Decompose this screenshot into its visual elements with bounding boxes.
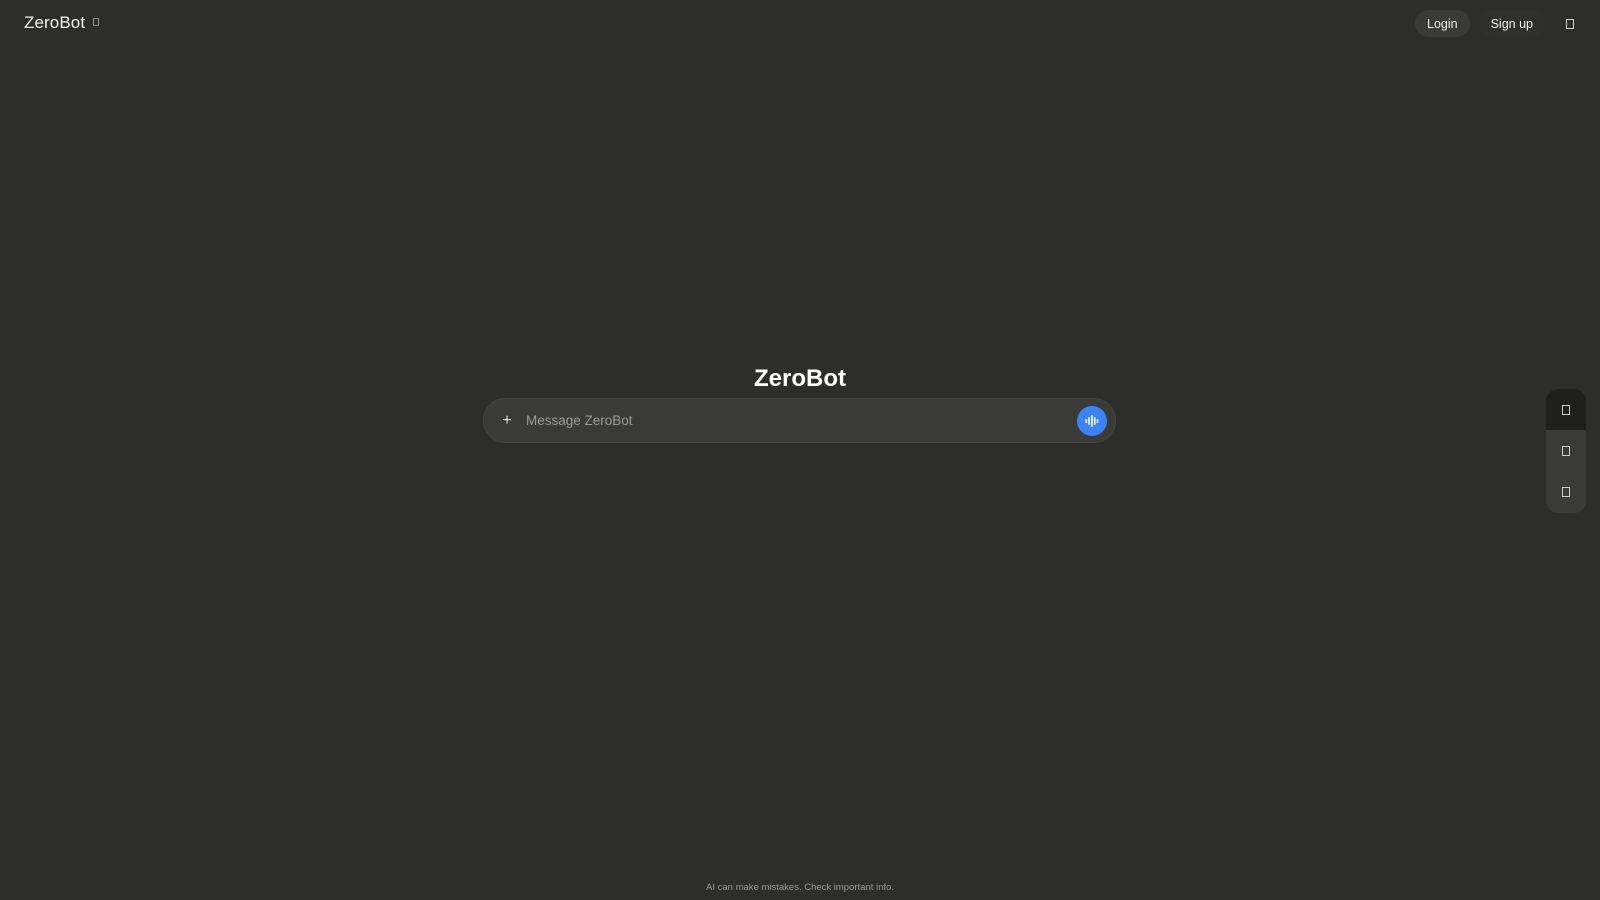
brand-name: ZeroBot [24, 13, 86, 32]
dock-item-2[interactable] [1546, 430, 1586, 471]
menu-icon [1566, 19, 1574, 29]
message-composer: + [483, 398, 1116, 443]
message-input[interactable] [524, 405, 1077, 436]
disclaimer-text: AI can make mistakes. Check important in… [706, 882, 894, 893]
auth-actions: Login Sign up [1415, 10, 1546, 37]
dock-item-1[interactable] [1546, 389, 1586, 430]
voice-mode-button[interactable] [1077, 405, 1107, 436]
login-button[interactable]: Login [1415, 10, 1470, 37]
dock-item-2-icon [1562, 445, 1570, 456]
menu-button[interactable] [1562, 16, 1578, 32]
plus-icon: + [502, 411, 512, 429]
dock-item-3-icon [1562, 486, 1570, 497]
page-title: ZeroBot [754, 365, 846, 393]
brand-switcher[interactable]: ZeroBot [24, 13, 100, 33]
voice-waveform-icon [1085, 414, 1099, 427]
chevron-down-icon [93, 18, 100, 26]
dock-item-3[interactable] [1546, 471, 1586, 512]
top-bar: ZeroBot Login Sign up [0, 0, 1600, 48]
dock-item-1-icon [1562, 404, 1570, 415]
signup-button[interactable]: Sign up [1477, 10, 1546, 37]
side-dock [1546, 389, 1586, 513]
attach-button[interactable]: + [498, 412, 516, 430]
